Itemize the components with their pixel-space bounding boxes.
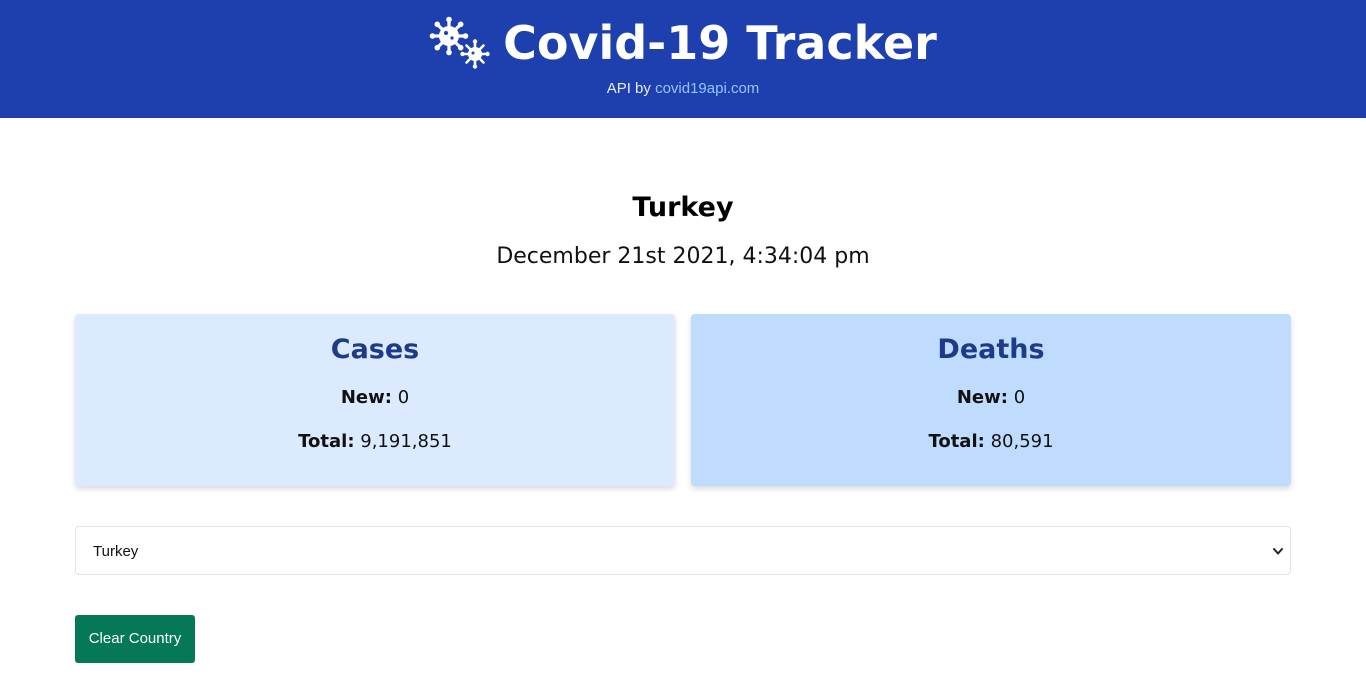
brand: Covid-19 Tracker xyxy=(0,14,1366,72)
cases-new-row: New: 0 xyxy=(75,387,675,409)
api-credit-prefix: API by xyxy=(606,80,651,97)
deaths-card-title: Deaths xyxy=(937,334,1045,365)
country-select-value: Turkey xyxy=(93,543,139,560)
deaths-total-row: Total: 80,591 xyxy=(691,431,1291,453)
cases-card-title: Cases xyxy=(330,334,420,365)
update-date: December 21st 2021, 4:34:04 pm xyxy=(496,244,870,269)
deaths-new-value: 0 xyxy=(1013,387,1026,408)
deaths-new-label: New: xyxy=(956,387,1008,408)
app-title: Covid-19 Tracker xyxy=(503,16,937,70)
cases-card: Cases New: 0 Total: 9,191,851 xyxy=(75,314,675,486)
virus-icon xyxy=(429,16,491,70)
deaths-total-label: Total: xyxy=(928,431,985,452)
clear-country-button[interactable]: Clear Country xyxy=(75,615,195,663)
chevron-down-icon xyxy=(1272,544,1284,556)
api-credit: API by covid19api.com xyxy=(0,80,1366,97)
cases-total-value: 9,191,851 xyxy=(360,431,452,452)
cases-new-label: New: xyxy=(340,387,392,408)
deaths-card: Deaths New: 0 Total: 80,591 xyxy=(691,314,1291,486)
cases-total-label: Total: xyxy=(298,431,355,452)
deaths-new-row: New: 0 xyxy=(691,387,1291,409)
country-select[interactable]: Turkey xyxy=(75,526,1291,575)
cases-total-row: Total: 9,191,851 xyxy=(75,431,675,453)
app-header: Covid-19 Tracker API by covid19api.com xyxy=(0,0,1366,118)
cases-new-value: 0 xyxy=(397,387,410,408)
deaths-total-value: 80,591 xyxy=(990,431,1054,452)
country-title: Turkey xyxy=(632,192,734,223)
api-credit-link[interactable]: covid19api.com xyxy=(655,80,759,97)
